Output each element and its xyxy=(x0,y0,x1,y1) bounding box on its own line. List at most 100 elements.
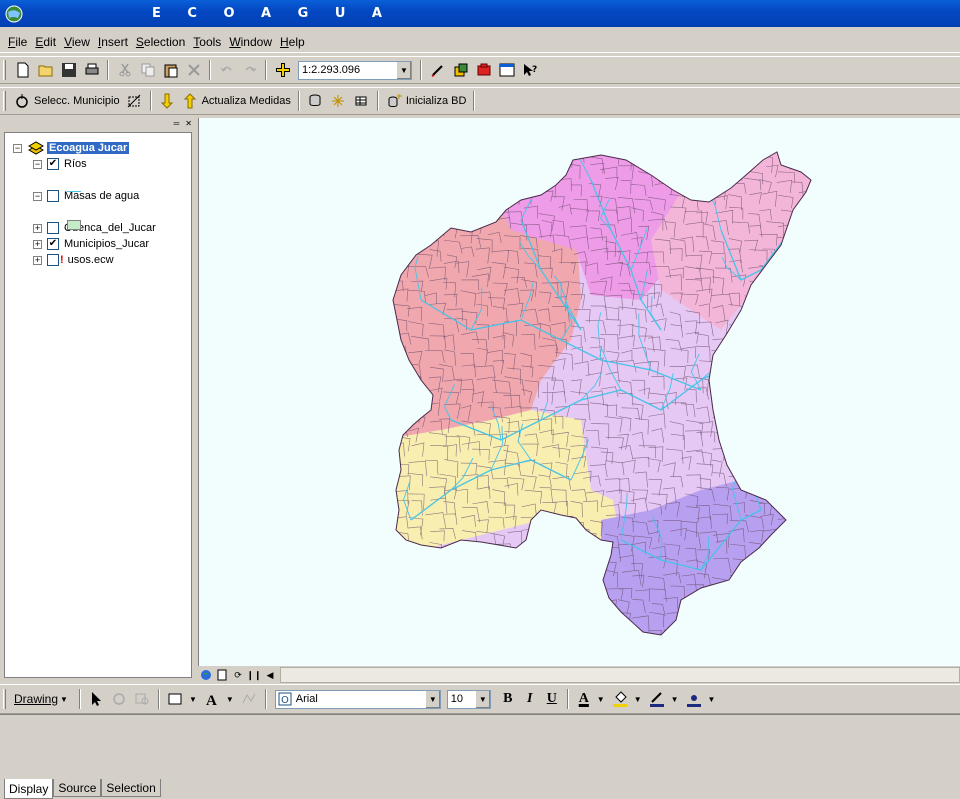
chevron-down-icon[interactable]: ▼ xyxy=(708,695,716,704)
menu-tools[interactable]: Tools xyxy=(193,35,221,49)
add-data-button[interactable] xyxy=(271,59,294,81)
chevron-down-icon[interactable]: ▼ xyxy=(597,695,605,704)
paste-button[interactable] xyxy=(159,59,182,81)
layer-name[interactable]: Ríos xyxy=(64,158,87,170)
layer-row[interactable]: +! usos.ecw xyxy=(33,253,114,267)
layer-visibility-checkbox[interactable]: ✔ xyxy=(47,158,59,170)
move-down-button[interactable] xyxy=(156,90,179,112)
chevron-down-icon[interactable]: ▼ xyxy=(671,695,679,704)
save-button[interactable] xyxy=(57,59,80,81)
menu-file[interactable]: File xyxy=(8,35,27,49)
chevron-down-icon[interactable]: ▼ xyxy=(474,690,490,708)
rotate-button[interactable] xyxy=(108,688,131,710)
collapse-icon[interactable]: − xyxy=(33,191,42,201)
expand-icon[interactable]: + xyxy=(33,239,42,249)
data-view-button[interactable] xyxy=(198,668,214,682)
undo-button[interactable] xyxy=(215,59,238,81)
data-frame-row[interactable]: − Ecoagua Jucar xyxy=(13,141,130,155)
chevron-down-icon[interactable]: ▼ xyxy=(189,695,197,704)
underline-button[interactable]: U xyxy=(541,688,563,710)
menu-edit[interactable]: Edit xyxy=(35,35,56,49)
toolbar-grip[interactable] xyxy=(3,689,6,709)
open-button[interactable] xyxy=(34,59,57,81)
municipio-boundary xyxy=(781,373,792,388)
bold-button[interactable]: B xyxy=(497,688,519,710)
map-view[interactable] xyxy=(198,118,960,666)
arccatalog-button[interactable] xyxy=(449,59,472,81)
command-window-button[interactable] xyxy=(495,59,518,81)
table-tool-button[interactable] xyxy=(350,90,373,112)
line-color-button[interactable] xyxy=(646,688,669,710)
font-size-combo[interactable]: 10 ▼ xyxy=(446,689,491,709)
menu-selection[interactable]: Selection xyxy=(136,35,185,49)
expand-icon[interactable]: + xyxy=(33,255,42,265)
new-rectangle-button[interactable] xyxy=(164,688,187,710)
map-scale-combo[interactable]: 1:2.293.096 ▼ xyxy=(298,60,412,80)
cut-button[interactable] xyxy=(113,59,136,81)
delete-button[interactable] xyxy=(182,59,205,81)
layer-row[interactable]: + ✔ Municipios_Jucar xyxy=(33,237,149,251)
refresh-button[interactable]: ⟳ xyxy=(230,668,246,682)
menu-window[interactable]: Window xyxy=(229,35,272,49)
layer-name[interactable]: Municipios_Jucar xyxy=(64,238,149,250)
chevron-down-icon[interactable]: ▼ xyxy=(424,690,440,708)
layer-visibility-checkbox[interactable]: ✔ xyxy=(47,238,59,250)
whats-this-button[interactable]: ? xyxy=(518,59,541,81)
database-button[interactable] xyxy=(304,90,327,112)
municipio-boundary xyxy=(586,547,602,560)
chevron-down-icon[interactable]: ▼ xyxy=(396,61,411,79)
inicializa-bd-button[interactable]: Inicializa BD xyxy=(383,90,470,112)
toc-header: ═ ✕ xyxy=(0,118,196,128)
layer-row[interactable]: − ✔ Ríos xyxy=(33,157,87,171)
close-icon[interactable]: ✕ xyxy=(185,119,192,128)
pause-button[interactable]: ❙❙ xyxy=(246,668,262,682)
selecc-municipio-button[interactable]: Selecc. Municipio xyxy=(11,90,123,112)
font-color-button[interactable]: A xyxy=(573,688,595,710)
new-text-button[interactable]: A xyxy=(201,688,224,710)
copy-button[interactable] xyxy=(136,59,159,81)
horizontal-scrollbar[interactable] xyxy=(280,667,960,683)
layer-visibility-checkbox[interactable] xyxy=(47,222,59,234)
chevron-down-icon[interactable]: ▼ xyxy=(634,695,642,704)
menu-insert[interactable]: Insert xyxy=(98,35,128,49)
clear-selection-button[interactable] xyxy=(123,90,146,112)
tab-display[interactable]: Display xyxy=(4,779,54,799)
municipio-boundary xyxy=(750,586,762,602)
layer-name[interactable]: usos.ecw xyxy=(68,254,114,266)
menu-view[interactable]: View xyxy=(64,35,90,49)
fill-color-button[interactable] xyxy=(609,688,632,710)
layout-view-button[interactable] xyxy=(214,668,230,682)
actualiza-medidas-button[interactable]: Actualiza Medidas xyxy=(179,90,294,112)
basin-map[interactable] xyxy=(199,118,960,666)
marker-color-button[interactable] xyxy=(683,688,706,710)
select-elements-button[interactable] xyxy=(85,688,108,710)
new-document-button[interactable] xyxy=(11,59,34,81)
data-frame-label[interactable]: Ecoagua Jucar xyxy=(47,142,130,154)
menu-help[interactable]: Help xyxy=(280,35,305,49)
toolbar-grip[interactable] xyxy=(3,60,6,80)
layer-visibility-checkbox[interactable] xyxy=(47,190,59,202)
drawing-menu-button[interactable]: Drawing ▼ xyxy=(11,688,75,710)
expand-icon[interactable]: + xyxy=(33,223,42,233)
layer-row[interactable]: + Cuenca_del_Jucar xyxy=(33,221,156,235)
layer-visibility-checkbox[interactable] xyxy=(47,254,59,266)
scroll-left-button[interactable]: ◀ xyxy=(262,668,278,682)
municipio-boundary xyxy=(430,615,442,628)
arctoolbox-button[interactable] xyxy=(472,59,495,81)
toolbar-grip[interactable] xyxy=(3,91,6,111)
italic-button[interactable]: I xyxy=(519,688,541,710)
print-button[interactable] xyxy=(80,59,103,81)
collapse-icon[interactable]: − xyxy=(33,159,42,169)
toc-dock-icon[interactable]: ═ xyxy=(174,119,180,128)
zoom-whole-page-button[interactable] xyxy=(131,688,154,710)
collapse-icon[interactable]: − xyxy=(13,143,22,153)
edit-vertices-button[interactable] xyxy=(238,688,261,710)
redo-button[interactable] xyxy=(238,59,261,81)
tab-selection[interactable]: Selection xyxy=(101,779,161,797)
font-name-combo[interactable]: O Arial ▼ xyxy=(274,689,441,709)
editor-toolbar-button[interactable] xyxy=(426,59,449,81)
sparkle-tool-button[interactable] xyxy=(327,90,350,112)
chevron-down-icon[interactable]: ▼ xyxy=(226,695,234,704)
layer-row[interactable]: − Masas de agua xyxy=(33,189,139,203)
tab-source[interactable]: Source xyxy=(53,779,102,797)
